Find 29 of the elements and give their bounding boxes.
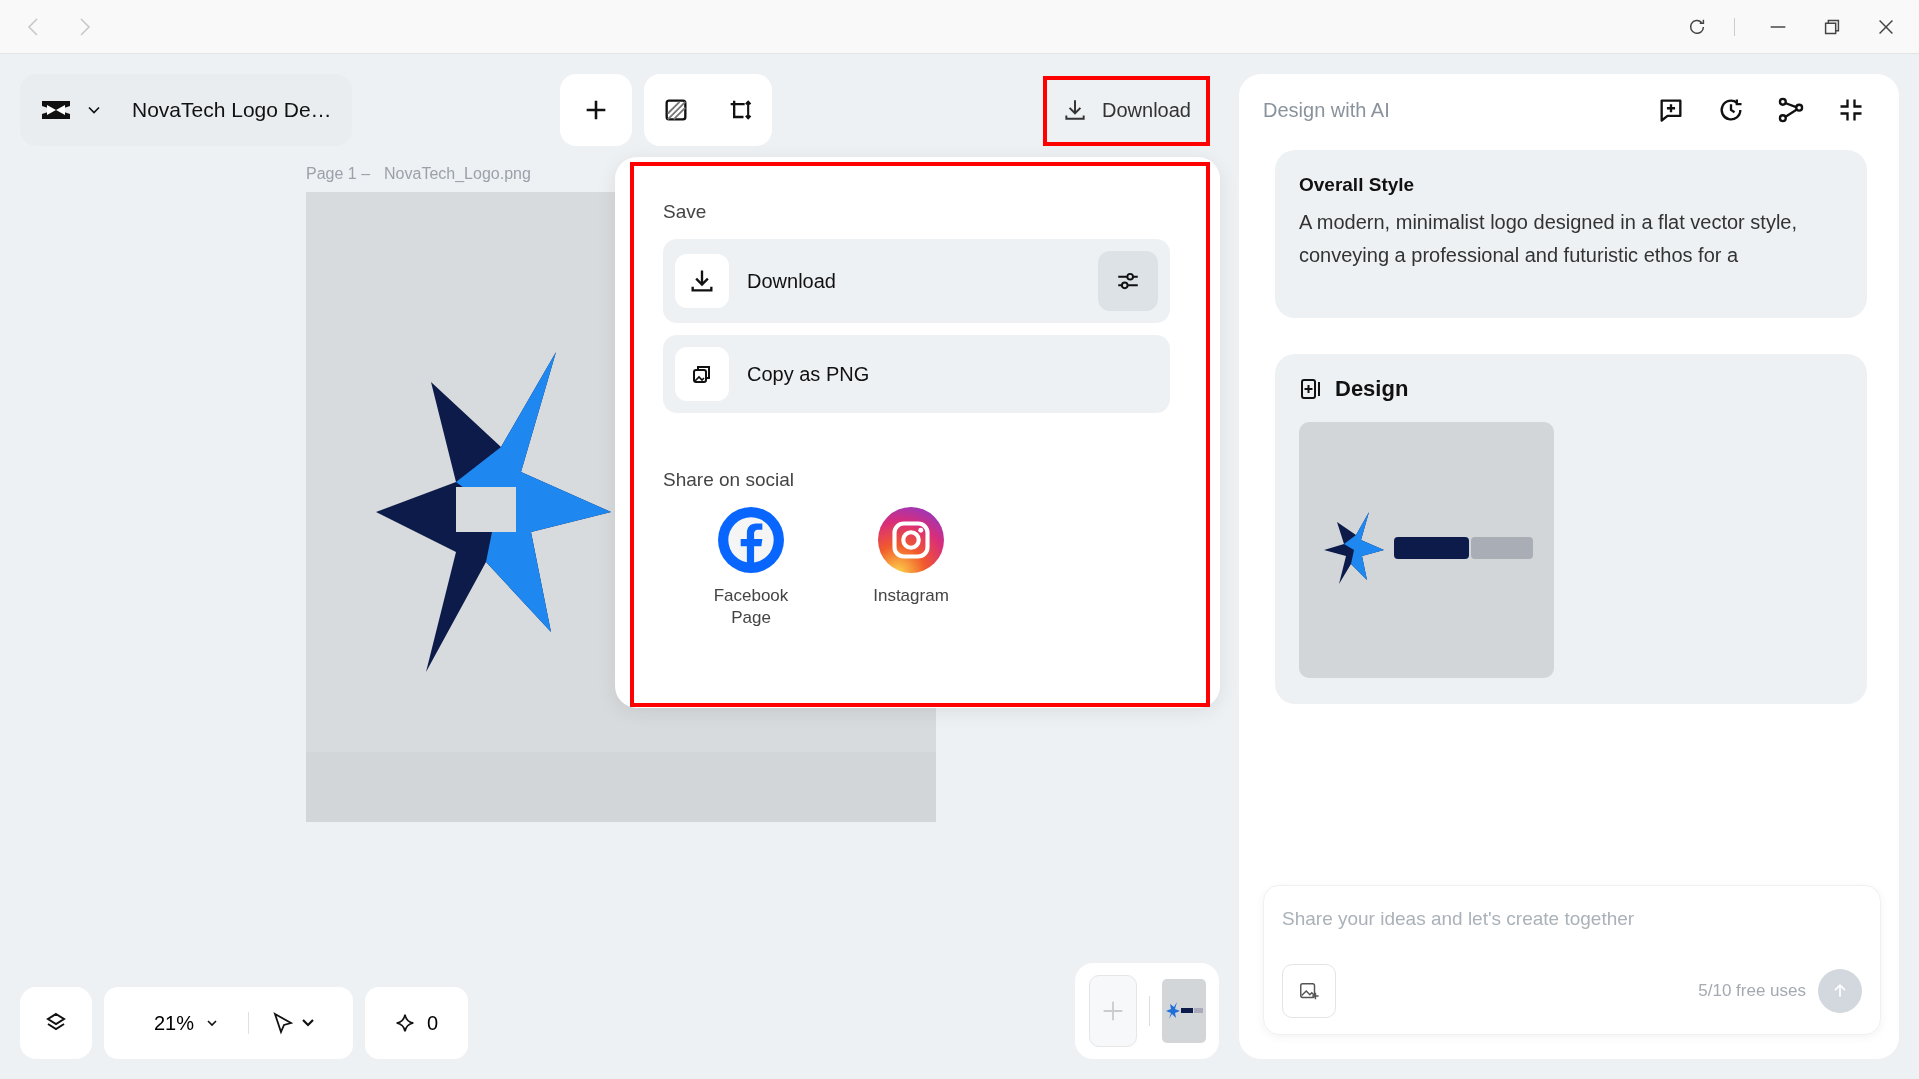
share-label: Instagram — [872, 585, 950, 607]
share-icon[interactable] — [1777, 96, 1805, 124]
zoom-dropdown[interactable]: 21% — [132, 1011, 227, 1035]
panel-title: Design with AI — [1263, 98, 1390, 122]
page-number: Page 1 – — [306, 165, 371, 183]
layers-button[interactable] — [20, 987, 92, 1059]
menu-item-label: Download — [747, 269, 836, 293]
menu-item[interactable]: Download — [663, 239, 1170, 323]
section-heading: Share on social — [663, 469, 795, 491]
sparkle-icon — [395, 1013, 416, 1033]
style-description: A modern, minimalist logo designed in a flat vector style, conveying a professional and futuristic ethos for a — [1299, 210, 1799, 268]
credits-button[interactable]: 0 — [365, 987, 469, 1059]
section-heading: Save — [663, 201, 708, 223]
usage-count: 5/10 free uses — [1698, 981, 1806, 1001]
settings-button[interactable] — [1098, 251, 1158, 311]
card-heading: Design — [1335, 376, 1409, 402]
add-image-button[interactable] — [1282, 964, 1336, 1018]
design-icon — [1299, 377, 1323, 401]
menu-item-label: Copy as PNG — [747, 362, 870, 386]
instagram-icon[interactable] — [878, 507, 944, 573]
add-image-icon — [1298, 980, 1320, 1002]
prompt-field[interactable]: Share your ideas and let's create together — [1282, 908, 1862, 930]
share-label: Facebook Page — [712, 585, 790, 629]
facebook-icon[interactable] — [718, 507, 784, 573]
file-name: NovaTech_Logo.png — [384, 165, 531, 183]
menu-item[interactable]: Copy as PNG — [663, 335, 1170, 413]
project-title[interactable]: NovaTech Logo De… — [132, 98, 332, 122]
app-logo-icon — [40, 98, 72, 122]
card-heading: Overall Style — [1299, 174, 1416, 196]
